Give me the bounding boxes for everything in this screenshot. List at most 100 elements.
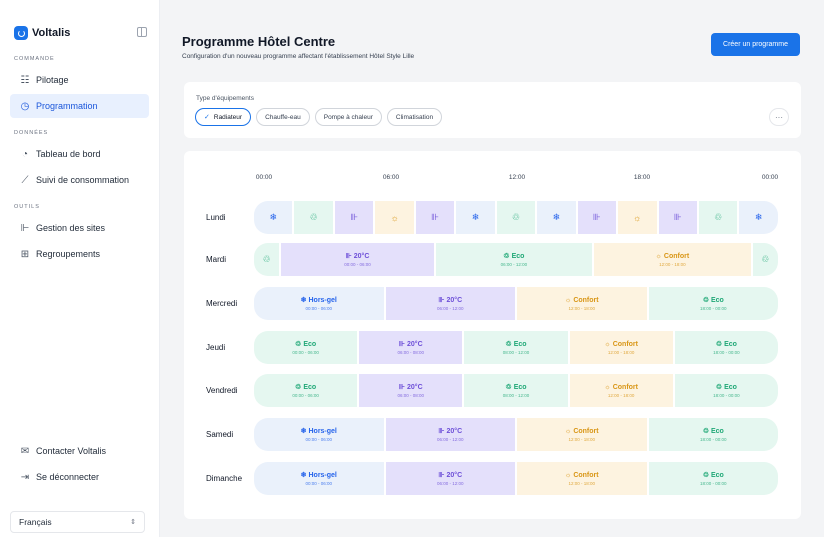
schedule-slot[interactable]: ♲ [752, 243, 778, 276]
day-label: Dimanche [206, 474, 243, 483]
schedule-slot[interactable]: ⊪ [334, 201, 374, 234]
sidebar-item-pilotage[interactable]: ☷ Pilotage [10, 68, 149, 92]
slot-mode: Confort [573, 296, 599, 304]
logout-link[interactable]: ⇥ Se déconnecter [10, 465, 149, 489]
slot-label: ⊪ 20°C [346, 252, 370, 261]
slot-time: 00:00 - 06:00 [305, 306, 333, 311]
sidebar-item-regroupements[interactable]: ⊞ Regroupements [10, 242, 149, 266]
slot-label: ♲ Eco [703, 427, 724, 436]
schedule-slot[interactable]: ☼ Confort 12:00 - 18:00 [569, 374, 673, 407]
slot-mode: Eco [303, 340, 317, 348]
slot-mode: Hors-gel [308, 427, 337, 435]
schedule-slot[interactable]: ♲ Eco 18:00 - 00:00 [674, 374, 778, 407]
thermometer-icon: ⊪ [431, 212, 439, 222]
schedule-slot[interactable]: ❄ [537, 201, 576, 234]
schedule-slot[interactable]: ⊪ 20°C 06:00 - 12:00 [385, 462, 515, 495]
grid-icon: ⊞ [20, 248, 30, 260]
brand-name: Voltalis [32, 27, 71, 39]
schedule-slot[interactable]: ♲ Eco 06:00 - 12:00 [435, 243, 593, 276]
slot-label: ☼ Confort [565, 472, 599, 479]
schedule-slot[interactable]: ☼ Confort 12:00 - 18:00 [517, 287, 647, 320]
schedule-slot[interactable]: ♲ Eco 08:00 - 12:00 [464, 331, 568, 364]
day-schedule-track: ♲ ⊪ 20°C 00:00 - 06:00 ♲ Eco 06:00 - 12:00 ☼ Con… [254, 243, 778, 276]
slot-mode: 20°C [407, 340, 423, 348]
schedule-slot[interactable]: ♲ [496, 201, 536, 234]
sidebar-item-gestion-sites[interactable]: ⊩ Gestion des sites [10, 216, 149, 240]
contact-voltalis-link[interactable]: ✉ Contacter Voltalis [10, 439, 149, 463]
snowflake-icon: ❄ [269, 212, 277, 222]
nav-section-donnees: DONNÉES ◔ Tableau de bord ⟋ Suivi de con… [10, 130, 149, 192]
schedule-slot[interactable]: ⊪ 20°C 06:00 - 12:00 [385, 287, 515, 320]
schedule-slot[interactable]: ♲ [294, 201, 333, 234]
snowflake-icon: ❄ [552, 212, 561, 222]
schedule-slot[interactable]: ⊪ [658, 201, 697, 234]
schedule-slot[interactable]: ☼ Confort 12:00 - 18:00 [594, 243, 751, 276]
schedule-slot[interactable]: ❄ Hors-gel 00:00 - 06:00 [254, 462, 384, 495]
thermometer-icon: ⊪ [438, 428, 445, 435]
schedule-slot[interactable]: ☼ Confort 12:00 - 18:00 [569, 331, 673, 364]
collapse-sidebar-icon[interactable] [137, 27, 147, 37]
slot-label: ⊪ 20°C [438, 471, 462, 480]
leaf-icon: ♲ [505, 341, 512, 348]
chip-label: Pompe à chaleur [323, 113, 373, 121]
leaf-icon: ♲ [309, 212, 318, 222]
slot-mode: 20°C [407, 383, 423, 391]
leaf-icon: ♲ [702, 472, 709, 479]
equipment-type-card: Type d'équipements ✓ Radiateur Chauffe-e… [184, 82, 801, 138]
language-select[interactable]: Français ⇕ [10, 511, 145, 533]
schedule-slot[interactable]: ♲ Eco 18:00 - 00:00 [648, 418, 778, 451]
schedule-slot[interactable]: ⊪ 20°C 06:00 - 08:00 [359, 374, 463, 407]
schedule-slot[interactable]: ♲ Eco 00:00 - 06:00 [254, 331, 358, 364]
chip-radiateur[interactable]: ✓ Radiateur [195, 108, 252, 126]
create-program-button[interactable]: Créer un programme [711, 33, 800, 56]
sidebar-item-tableau-de-bord[interactable]: ◔ Tableau de bord [10, 142, 149, 166]
sidebar-item-programmation[interactable]: ◷ Programmation [10, 94, 149, 118]
schedule-slot[interactable]: ♲ Eco 08:00 - 12:00 [464, 374, 568, 407]
schedule-slot[interactable]: ❄ Hors-gel 00:00 - 06:00 [254, 418, 384, 451]
schedule-slot[interactable]: ♲ Eco 18:00 - 00:00 [674, 331, 778, 364]
leaf-icon: ♲ [295, 341, 302, 348]
chip-chauffe-eau[interactable]: Chauffe-eau [256, 108, 310, 126]
schedule-slot[interactable]: ♲ [698, 201, 738, 234]
thermometer-icon: ⊪ [592, 212, 601, 222]
thermometer-icon: ⊪ [438, 472, 445, 479]
schedule-slot[interactable]: ⊪ 20°C 06:00 - 08:00 [359, 331, 463, 364]
schedule-slot[interactable]: ☼ [375, 201, 414, 234]
schedule-slot[interactable]: ♲ Eco 00:00 - 06:00 [254, 374, 358, 407]
sidebar-item-suivi-consommation[interactable]: ⟋ Suivi de consommation [10, 168, 149, 192]
schedule-slot[interactable]: ☼ Confort 12:00 - 18:00 [517, 418, 647, 451]
slot-mode: Eco [513, 383, 527, 391]
schedule-slot[interactable]: ❄ [739, 201, 778, 234]
schedule-slot[interactable]: ❄ [456, 201, 495, 234]
sun-icon: ☼ [604, 340, 611, 348]
schedule-slot[interactable]: ☼ [618, 201, 657, 234]
day-schedule-track: ❄ Hors-gel 00:00 - 06:00 ⊪ 20°C 06:00 - 12:00… [254, 418, 778, 451]
sidebar-item-label: Suivi de consommation [36, 175, 130, 185]
slot-mode: Confort [612, 340, 638, 348]
slot-time: 08:00 - 12:00 [502, 350, 530, 355]
section-title: COMMANDE [14, 56, 55, 62]
schedule-slot[interactable]: ❄ [254, 201, 293, 234]
voltalis-logo-icon [14, 26, 28, 40]
schedule-slot[interactable]: ⊪ 20°C 06:00 - 12:00 [385, 418, 515, 451]
slot-time: 06:00 - 12:00 [500, 262, 528, 267]
slot-mode: Confort [573, 427, 599, 435]
slot-label: ☼ Confort [565, 428, 599, 435]
slot-mode: Eco [511, 252, 525, 260]
schedule-slot[interactable]: ❄ Hors-gel 00:00 - 06:00 [254, 287, 384, 320]
chip-pompe-a-chaleur[interactable]: Pompe à chaleur [314, 108, 382, 126]
schedule-slot[interactable]: ♲ Eco 18:00 - 00:00 [648, 462, 778, 495]
slot-label: ♲ Eco [702, 471, 724, 480]
sliders-icon: ☷ [20, 74, 30, 86]
schedule-slot[interactable]: ☼ Confort 12:00 - 18:00 [517, 462, 647, 495]
schedule-slot[interactable]: ⊪ [577, 201, 617, 234]
slot-time: 06:00 - 08:00 [397, 350, 425, 355]
schedule-slot[interactable]: ⊪ 20°C 00:00 - 06:00 [281, 243, 434, 276]
slot-label: ☼ Confort [565, 297, 599, 304]
schedule-slot[interactable]: ♲ [254, 243, 280, 276]
chip-climatisation[interactable]: Climatisation [386, 108, 443, 126]
schedule-slot[interactable]: ♲ Eco 18:00 - 00:00 [648, 287, 778, 320]
time-tick: 12:00 [508, 174, 526, 181]
more-options-button[interactable]: ··· [769, 108, 789, 126]
schedule-slot[interactable]: ⊪ [415, 201, 455, 234]
